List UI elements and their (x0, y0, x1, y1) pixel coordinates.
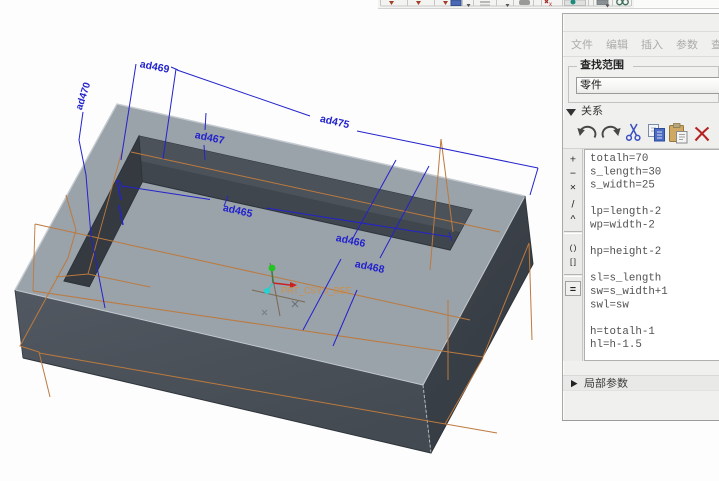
svg-text:h=totalh-1: h=totalh-1 (590, 326, 655, 338)
svg-text:s_width=25: s_width=25 (590, 180, 655, 192)
svg-text:ad475: ad475 (319, 113, 351, 131)
svg-text:s_length=30: s_length=30 (590, 166, 661, 178)
svg-text:sw=s_width+1: sw=s_width+1 (590, 286, 668, 298)
svg-text:lp=length-2: lp=length-2 (590, 206, 661, 218)
svg-text:(): () (570, 243, 578, 253)
svg-text:−: − (570, 168, 576, 180)
svg-text:ad469: ad469 (139, 58, 171, 75)
svg-text:wp=width-2: wp=width-2 (590, 220, 655, 232)
svg-text:ad470: ad470 (74, 81, 93, 112)
svg-text:hl=h-1.5: hl=h-1.5 (590, 339, 642, 351)
svg-text:×: × (570, 182, 576, 194)
svg-text:+: + (570, 154, 576, 166)
svg-text:totalh=70: totalh=70 (590, 153, 648, 165)
svg-text:[]: [] (570, 257, 577, 267)
svg-text:swl=sw: swl=sw (590, 299, 629, 311)
svg-text:sl=s_length: sl=s_length (590, 273, 661, 285)
svg-text:x: x (549, 2, 552, 8)
svg-text:^: ^ (571, 214, 576, 226)
svg-text:/: / (572, 199, 575, 211)
svg-text:=: = (570, 284, 576, 296)
svg-text:PRT_CSYS_DEF: PRT_CSYS_DEF (281, 286, 352, 296)
svg-text:hp=height-2: hp=height-2 (590, 246, 661, 258)
